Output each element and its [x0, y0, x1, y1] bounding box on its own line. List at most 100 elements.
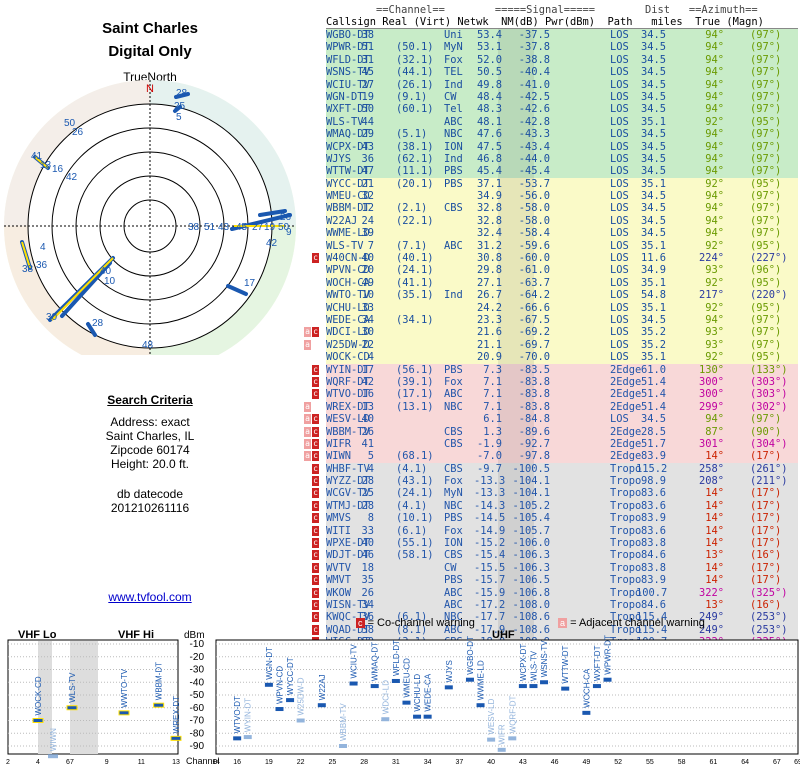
cell-true: 93° — [705, 264, 724, 277]
spectrum-bar-label: WYCC-DT — [286, 657, 295, 695]
cell-path: LOS — [610, 115, 629, 128]
cell-miles: 83.6 — [640, 487, 666, 500]
cell-miles: 35.1 — [640, 351, 666, 364]
adjacent-channel-marker: a — [558, 618, 568, 628]
spectrum-bar — [603, 677, 612, 682]
cell-path: LOS — [610, 152, 629, 165]
cell-magn: (17°) — [750, 487, 782, 500]
cell-nm: 26.7 — [476, 289, 502, 302]
cell-magn: (253°) — [750, 611, 788, 624]
polar-channel-label: 19 — [264, 222, 276, 233]
cell-virt: (56.1) — [396, 363, 434, 376]
cell-magn: (325°) — [750, 586, 788, 599]
polar-channel-label: 38 — [22, 264, 34, 275]
cell-virt: (4.1) — [396, 499, 428, 512]
cell-true: 301° — [698, 437, 724, 450]
cell-pwr: -58.0 — [518, 202, 550, 215]
cell-nm: 48.1 — [476, 115, 502, 128]
cell-real: 40 — [361, 413, 374, 426]
polar-plot: N 2825550264113 1642438 364010302817482638… — [4, 80, 296, 355]
cell-real: 4 — [367, 462, 374, 475]
polar-channel-label: 16 — [52, 164, 64, 175]
cell-true: 94° — [705, 53, 724, 66]
table-row: WCPX-DT 43 (38.1) ION 47.5 -43.4 LOS 34.5 94° (97… — [326, 140, 798, 153]
cell-path: LOS — [610, 202, 629, 215]
co-channel-warning-icon: c — [312, 414, 319, 425]
table-row: WGN-DT 19 (9.1) CW 48.4 -42.5 LOS 34.5 94° (97°) — [326, 90, 798, 104]
cell-nm: -9.7 — [476, 462, 502, 475]
cell-path: LOS — [610, 177, 629, 190]
cell-pwr: -70.0 — [518, 351, 550, 364]
spectrum-bar — [391, 678, 400, 683]
spectrum-bar-label: WESV-LD — [487, 698, 496, 734]
cell-virt: (60.1) — [396, 103, 434, 116]
cell-real: 28 — [361, 499, 374, 512]
cell-magn: (96°) — [750, 264, 782, 277]
cell-miles: 34.5 — [640, 165, 666, 178]
cell-magn: (17°) — [750, 524, 782, 537]
table-row: WTMJ-DT 28 (4.1) NBC -14.3 -105.2 Tropo 83.6 14°… — [312, 499, 798, 513]
cell-pwr: -105.4 — [512, 512, 550, 525]
channel-tick: 55 — [646, 759, 654, 766]
spectrum-bar-label: WBBM-DT — [155, 662, 164, 700]
table-row: W22AJ 24 (22.1) 32.8 -58.0 LOS 34.5 94° (97°) — [326, 214, 798, 228]
co-channel-warning-icon: c — [312, 525, 319, 536]
cell-miles: 34.5 — [640, 66, 666, 79]
channel-tick: 34 — [424, 759, 432, 766]
co-channel-warning-icon: c — [312, 389, 319, 400]
channel-tick: 31 — [392, 759, 400, 766]
north-marker: N — [146, 83, 154, 95]
spectrum-bar — [423, 714, 432, 719]
cell-path: LOS — [610, 165, 629, 178]
cell-true: 258° — [698, 462, 724, 475]
cell-true: 94° — [705, 202, 724, 215]
cell-network: Ind — [444, 152, 463, 165]
spectrum-bar-label: WFLD-DT — [392, 640, 401, 676]
adjacent-warning-icon: a — [304, 339, 311, 350]
cell-real: 10 — [361, 289, 374, 302]
polar-channel-label: 27 — [252, 222, 264, 233]
channel-tick: 58 — [678, 759, 686, 766]
adjacent-warning-icon: a — [304, 426, 311, 437]
cell-miles: 35.2 — [640, 326, 666, 339]
cell-magn: (97°) — [750, 53, 782, 66]
table-row: WCHU-LD 33 24.2 -66.6 LOS 35.1 92° (95°) — [326, 301, 798, 314]
cell-magn: (133°) — [750, 363, 788, 376]
cell-true: 94° — [705, 41, 724, 54]
table-row: WIWN 5 (68.1) -7.0 -97.8 2Edge 83.9 14° (17°) a c — [304, 450, 798, 463]
tvfool-link[interactable]: www.tvfool.com — [108, 590, 191, 604]
table-row: WPVN-CD 20 (24.1) 29.8 -61.0 LOS 34.9 93° (96°) — [326, 264, 798, 277]
co-channel-warning-icon: c — [312, 599, 319, 610]
cell-true: 94° — [705, 313, 724, 326]
spectrum-bar-label: WIFR — [498, 724, 507, 745]
channel-tick: 22 — [297, 759, 305, 766]
spectrum-bar-label: WCPX-DT — [519, 644, 528, 681]
cell-real: 33 — [361, 301, 374, 314]
cell-path: LOS — [610, 276, 629, 289]
adjacent-warning-icon: a — [304, 451, 311, 462]
cell-nm: 45.4 — [476, 165, 502, 178]
city: Saint Charles, IL — [105, 429, 195, 443]
spectrum-bar-label: WLS-TV — [68, 672, 77, 703]
table-row: WQRF-DT 42 (39.1) Fox 7.1 -83.8 2Edge 51.4 300°(… — [312, 375, 798, 389]
polar-channel-label: 10 — [104, 276, 116, 287]
cell-real: 16 — [361, 388, 374, 401]
cell-magn: (97°) — [750, 165, 782, 178]
cell-real: 7 — [367, 239, 374, 252]
cell-pwr: -38.8 — [518, 53, 550, 66]
cell-nm: 20.9 — [476, 351, 502, 364]
cell-real: 42 — [361, 375, 374, 388]
cell-virt: (26.1) — [396, 78, 434, 91]
cell-magn: (97°) — [750, 41, 782, 54]
spectrum-bar — [381, 717, 390, 722]
cell-miles: 83.8 — [640, 537, 666, 550]
channel-tick: 19 — [265, 759, 273, 766]
co-channel-warning-icon: c — [312, 538, 319, 549]
spectrum-bar-label: WTTW-DT — [561, 645, 570, 683]
cell-virt: (10.1) — [396, 512, 434, 525]
cell-path: LOS — [610, 413, 629, 426]
spectrum-bar-label: WCHU-LD — [413, 674, 422, 712]
cell-pwr: -66.6 — [518, 301, 550, 314]
cell-network: NBC — [444, 128, 463, 141]
spectrum-bar — [518, 684, 527, 689]
